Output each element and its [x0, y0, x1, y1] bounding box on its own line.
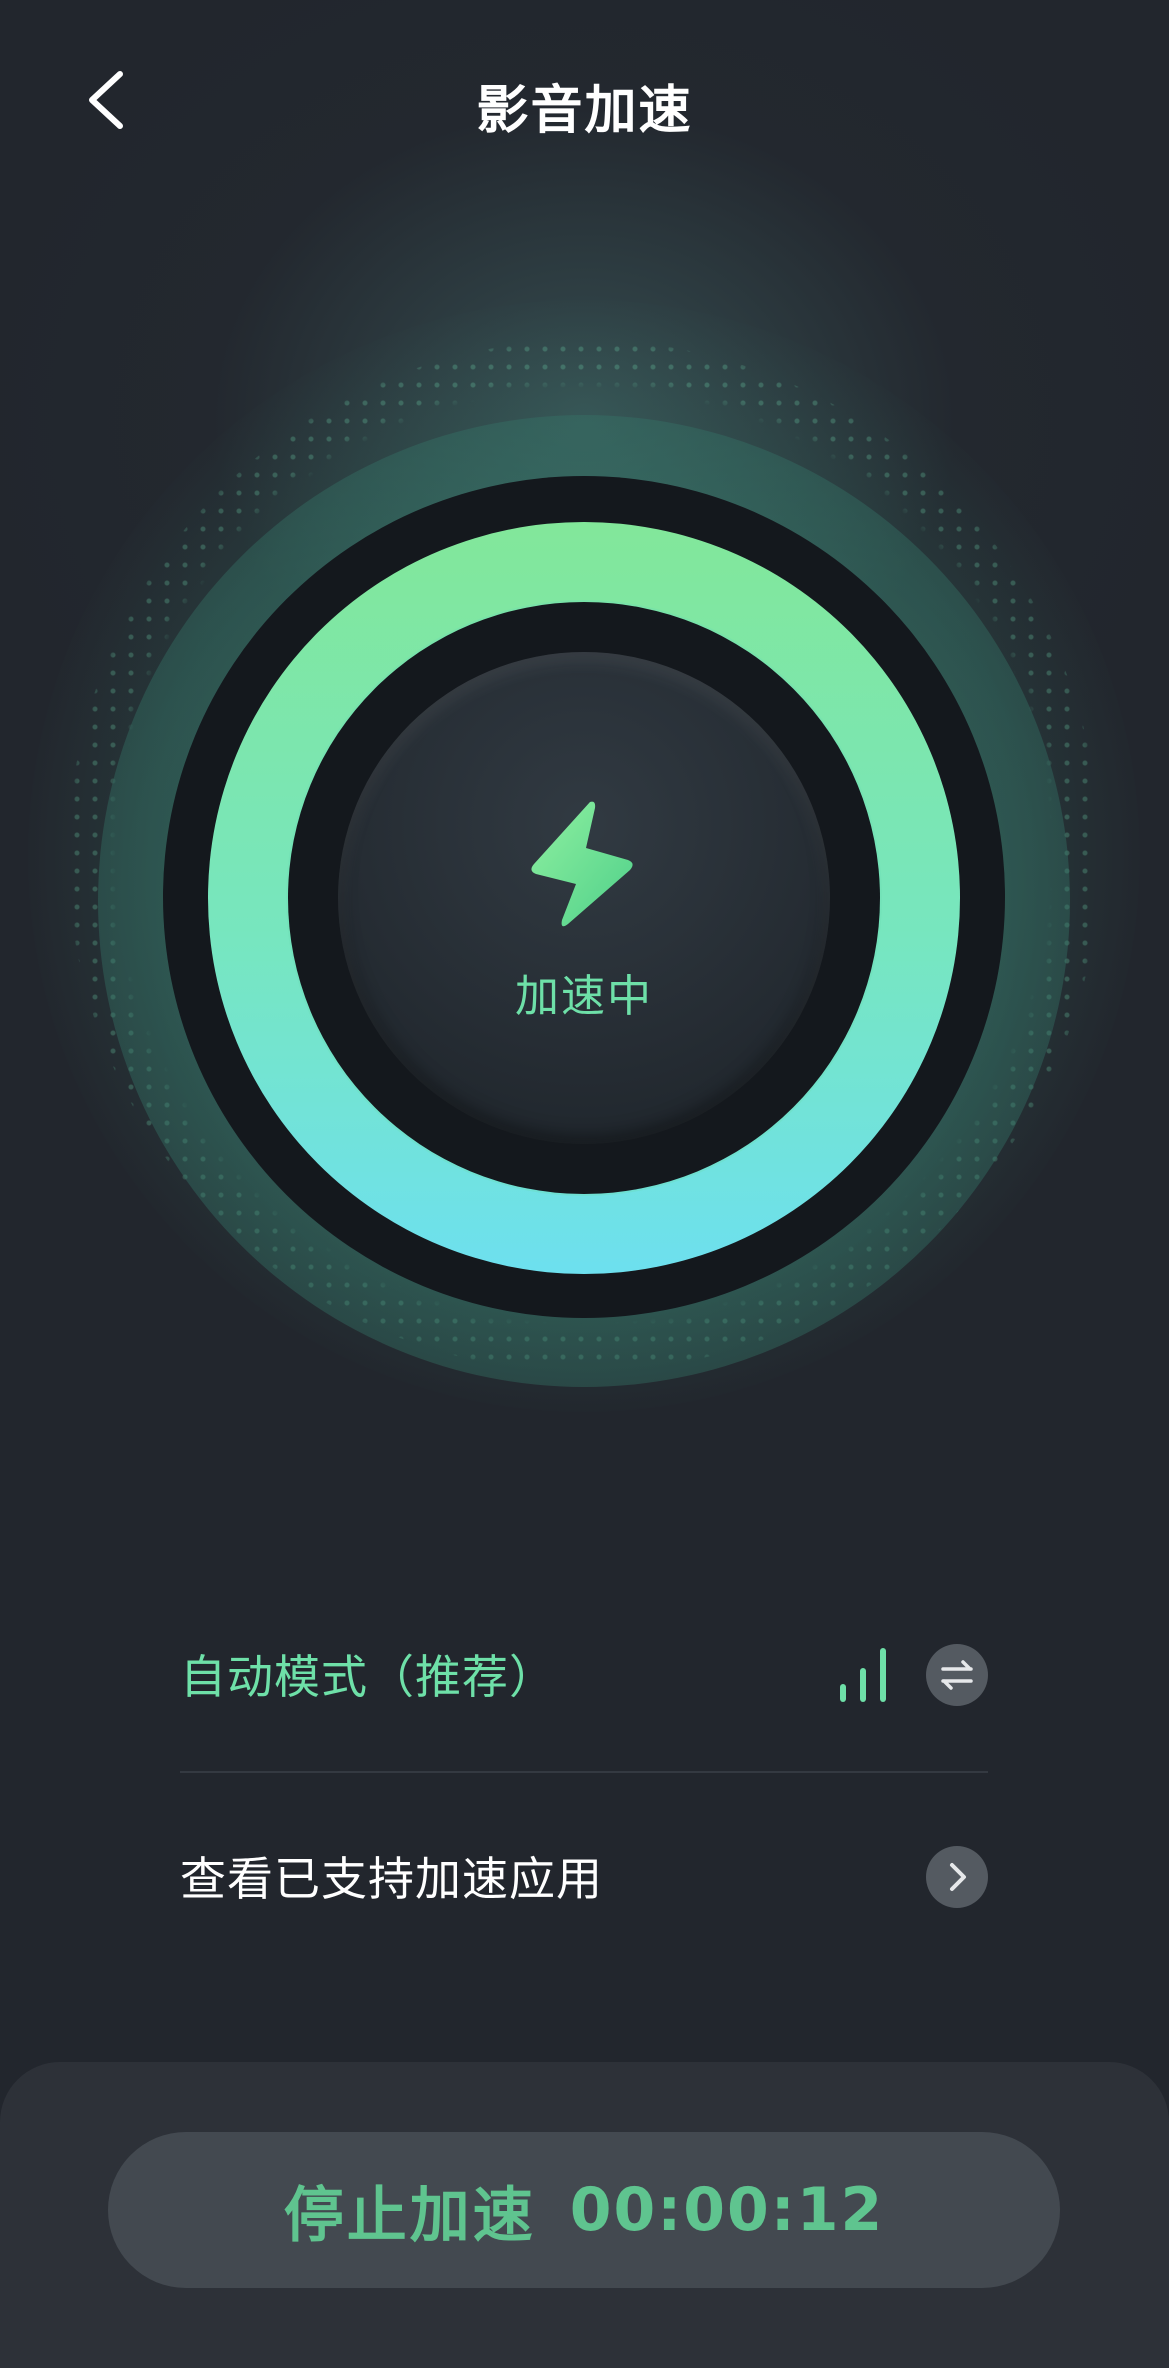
- lightning-bolt-icon: [531, 801, 633, 927]
- supported-apps-label: 查看已支持加速应用: [180, 1852, 603, 1906]
- supported-apps-row[interactable]: 查看已支持加速应用: [180, 1816, 988, 1936]
- switch-mode-button[interactable]: [926, 1644, 988, 1706]
- page-title: 影音加速: [476, 81, 693, 141]
- divider: [180, 1771, 988, 1773]
- stop-acceleration-button[interactable]: 停止加速 00:00:12: [108, 2132, 1060, 2288]
- elapsed-timer: 00:00:12: [569, 2175, 885, 2245]
- stop-label: 停止加速: [283, 2180, 536, 2251]
- acceleration-dial[interactable]: 加速中: [28, 300, 1140, 1412]
- header: 影音加速: [0, 0, 1169, 200]
- auto-mode-row[interactable]: 自动模式（推荐）: [180, 1614, 988, 1734]
- switch-arrows-icon: [941, 1660, 973, 1690]
- chevron-right-icon: [950, 1863, 966, 1891]
- open-supported-apps-button[interactable]: [926, 1846, 988, 1908]
- signal-strength-icon: [840, 1648, 886, 1702]
- auto-mode-label: 自动模式（推荐）: [180, 1650, 556, 1704]
- bottom-panel: 停止加速 00:00:12: [0, 2062, 1169, 2368]
- status-text: 加速中: [515, 971, 653, 1022]
